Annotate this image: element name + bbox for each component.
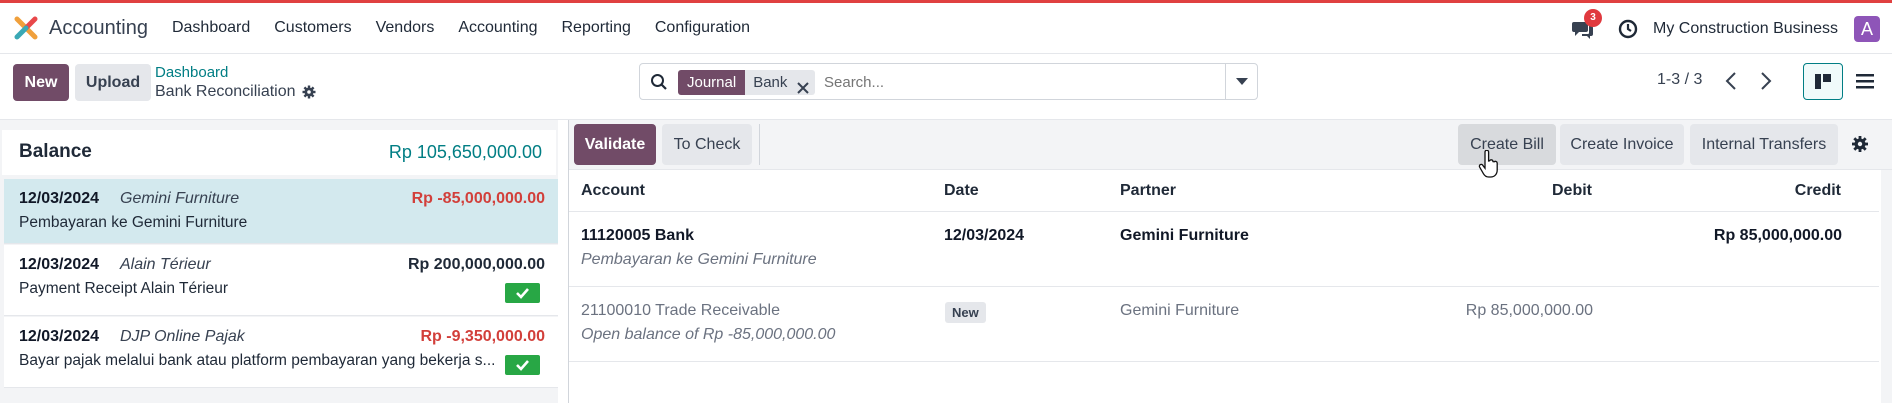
- statement-partner: DJP Online Pajak: [120, 328, 245, 345]
- accounting-logo-icon[interactable]: [12, 14, 40, 42]
- activity-clock-icon[interactable]: [1617, 18, 1639, 40]
- messages-count-badge: 3: [1584, 8, 1603, 27]
- row-credit: Rp 85,000,000.00: [1713, 227, 1842, 244]
- pager-value[interactable]: 1-3 / 3: [1657, 71, 1702, 89]
- statement-label: Payment Receipt Alain Térieur: [19, 280, 229, 297]
- statement-date: 12/03/2024: [19, 256, 100, 273]
- journal-facet: Journal Bank: [678, 70, 816, 95]
- upload-button[interactable]: Upload: [75, 64, 151, 101]
- facet-key: Journal: [678, 70, 746, 95]
- column-header-credit: Credit: [1794, 182, 1841, 199]
- column-header-partner: Partner: [1120, 182, 1177, 199]
- statement-amount: Rp 200,000,000.00: [408, 256, 545, 273]
- row-debit: Rp 85,000,000.00: [1465, 302, 1593, 319]
- statement-label: Bayar pajak melalui bank atau platform p…: [19, 352, 496, 369]
- bank-statement-panel: Balance Rp 105,650,000.00 12/03/2024 Gem…: [0, 120, 558, 403]
- control-panel: New Upload Dashboard Bank Reconciliation…: [0, 54, 1892, 120]
- action-bar: Validate To Check Create Bill Create Inv…: [569, 120, 1892, 170]
- chat-icon[interactable]: 3: [1571, 8, 1603, 41]
- row-partner: Gemini Furniture: [1120, 302, 1240, 319]
- kanban-view-button[interactable]: [1803, 63, 1843, 100]
- facet-value: Bank: [745, 70, 816, 95]
- company-switcher[interactable]: My Construction Business: [1653, 20, 1838, 38]
- list-view-button[interactable]: [1845, 63, 1885, 100]
- row-account: 11120005 Bank: [581, 227, 694, 244]
- chevron-down-icon: [1236, 78, 1248, 85]
- search-icon[interactable]: [650, 73, 668, 91]
- breadcrumb-dashboard-link[interactable]: Dashboard: [155, 64, 228, 81]
- internal-transfers-button[interactable]: Internal Transfers: [1690, 124, 1838, 165]
- search-input[interactable]: [824, 71, 1204, 93]
- statement-date: 12/03/2024: [19, 328, 100, 345]
- statement-amount: Rp -85,000,000.00: [411, 190, 545, 207]
- new-badge: New: [945, 302, 986, 323]
- row-label: Open balance of Rp -85,000,000.00: [581, 326, 836, 343]
- app-name[interactable]: Accounting: [49, 17, 148, 40]
- search-bar: Journal Bank: [639, 63, 1258, 100]
- column-header-date: Date: [944, 182, 979, 199]
- user-avatar[interactable]: A: [1854, 15, 1880, 42]
- statement-label: Pembayaran ke Gemini Furniture: [19, 214, 248, 231]
- menu-reporting[interactable]: Reporting: [562, 19, 631, 37]
- column-header-account: Account: [581, 182, 645, 199]
- balance-amount[interactable]: Rp 105,650,000.00: [389, 142, 542, 163]
- table-row[interactable]: 21100010 Trade Receivable Open balance o…: [569, 287, 1879, 362]
- statement-line[interactable]: 12/03/2024 DJP Online Pajak Rp -9,350,00…: [4, 317, 558, 388]
- row-label: Pembayaran ke Gemini Furniture: [581, 251, 817, 268]
- pager-next-button[interactable]: [1751, 65, 1781, 97]
- to-check-button[interactable]: To Check: [662, 124, 752, 165]
- statement-partner: Gemini Furniture: [120, 190, 240, 207]
- menu-accounting[interactable]: Accounting: [458, 19, 537, 37]
- table-row[interactable]: 11120005 Bank Pembayaran ke Gemini Furni…: [569, 212, 1879, 287]
- statement-date: 12/03/2024: [19, 190, 100, 207]
- statement-partner: Alain Térieur: [120, 256, 211, 273]
- balance-label: Balance: [19, 141, 92, 162]
- menu-vendors[interactable]: Vendors: [376, 19, 435, 37]
- top-navbar: Accounting Dashboard Customers Vendors A…: [0, 0, 1892, 54]
- validate-button[interactable]: Validate: [574, 124, 656, 165]
- divider: [759, 124, 760, 165]
- reconciled-check-icon: [505, 355, 540, 375]
- balance-card: Balance Rp 105,650,000.00: [2, 130, 556, 175]
- column-header-debit: Debit: [1552, 182, 1592, 199]
- new-button[interactable]: New: [13, 64, 69, 101]
- page-title: Bank Reconciliation: [155, 83, 296, 100]
- gear-icon[interactable]: [1851, 135, 1869, 153]
- close-icon[interactable]: [797, 77, 810, 94]
- menu-customers[interactable]: Customers: [274, 19, 351, 37]
- row-date: 12/03/2024: [944, 227, 1025, 244]
- menu-dashboard[interactable]: Dashboard: [172, 19, 250, 37]
- gear-icon[interactable]: [302, 85, 316, 99]
- scrollbar[interactable]: [1881, 170, 1892, 403]
- row-account: 21100010 Trade Receivable: [581, 302, 780, 319]
- statement-line[interactable]: 12/03/2024 Alain Térieur Rp 200,000,000.…: [4, 245, 558, 316]
- create-bill-button[interactable]: Create Bill: [1458, 124, 1556, 165]
- create-invoice-button[interactable]: Create Invoice: [1560, 124, 1684, 165]
- row-partner: Gemini Furniture: [1120, 227, 1249, 244]
- pager-previous-button[interactable]: [1716, 65, 1746, 97]
- hand-pointer-cursor-icon: [1478, 149, 1500, 180]
- breadcrumb-current: Bank Reconciliation: [155, 83, 316, 101]
- reconciliation-panel: Validate To Check Create Bill Create Inv…: [568, 120, 1892, 403]
- search-options-toggle[interactable]: [1225, 64, 1257, 99]
- reconciled-check-icon: [505, 283, 540, 303]
- statement-line[interactable]: 12/03/2024 Gemini Furniture Rp -85,000,0…: [4, 179, 558, 244]
- menu-configuration[interactable]: Configuration: [655, 19, 750, 37]
- facet-value-label: Bank: [753, 74, 788, 91]
- statement-amount: Rp -9,350,000.00: [420, 328, 545, 345]
